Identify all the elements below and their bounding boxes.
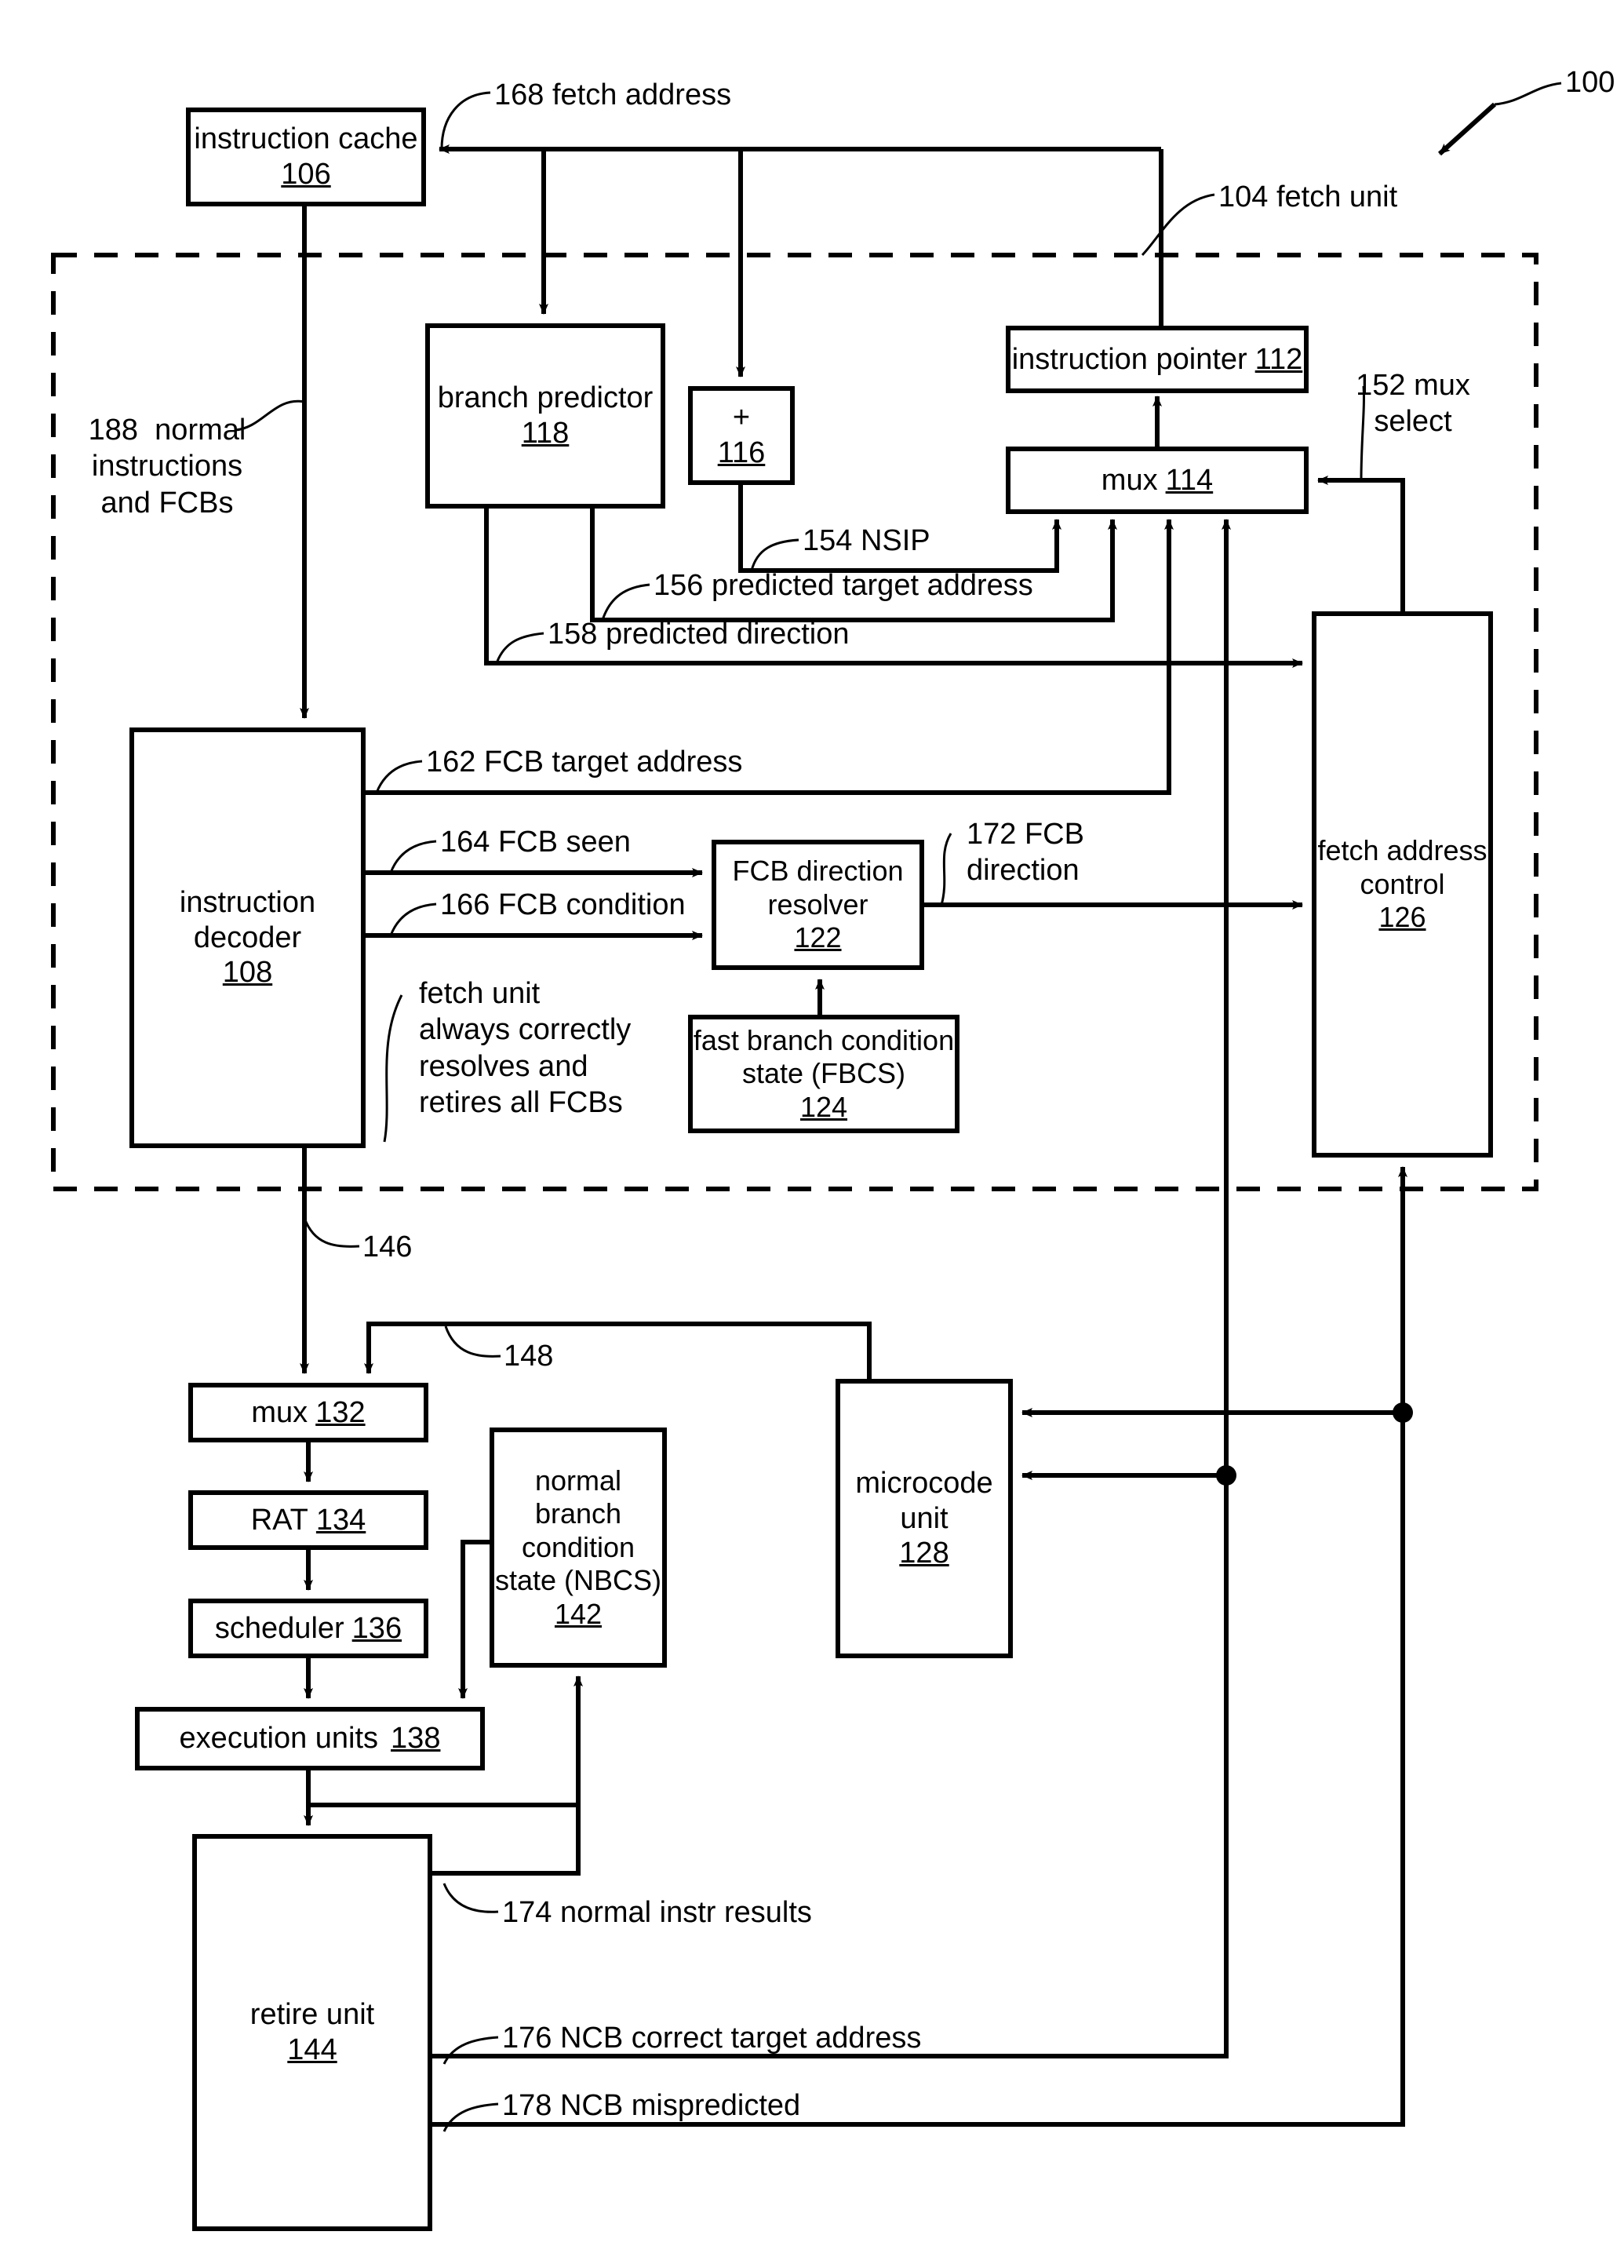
wire-nbcs-to-execution [458, 1540, 492, 1699]
wire-mux-select [1317, 476, 1405, 614]
signal-label-164-fcb-seen: 164 FCB seen [440, 826, 631, 859]
signal-label-162-fcb-target-address: 162 FCB target address [426, 746, 743, 778]
leader-146 [303, 1217, 360, 1248]
box-mux-114 [1006, 447, 1309, 514]
wire-178-ncb-mispredicted [430, 1166, 1407, 2127]
box-microcode-unit [836, 1379, 1013, 1658]
signal-label-178-ncb-mispredicted: 178 NCB mispredicted [502, 2089, 801, 2122]
signal-label-104-fetch-unit: 104 fetch unit [1218, 180, 1398, 213]
signal-label-154-nsip: 154 NSIP [803, 524, 930, 557]
box-nbcs [490, 1428, 667, 1668]
signal-label-172-fcb-direction: 172 FCB direction [967, 818, 1084, 888]
signal-label-188-normal-instructions: 188 normal instructions and FCBs [88, 414, 246, 520]
leader-178 [442, 2102, 499, 2132]
leader-148 [444, 1325, 501, 1358]
box-fbcs [688, 1015, 959, 1133]
box-adder [688, 386, 795, 485]
box-execution-units [135, 1707, 485, 1770]
wire-148-microcode-to-mux132 [364, 1322, 872, 1381]
leader-104 [1141, 193, 1215, 257]
arrow-100 [1437, 102, 1497, 156]
signal-label-166-fcb-condition: 166 FCB condition [440, 888, 686, 921]
signal-label-158-predicted-direction: 158 predicted direction [548, 618, 850, 651]
wire-174-normal-instr-results [430, 1805, 581, 1876]
leader-154 [750, 538, 799, 571]
box-fcb-direction-resolver [712, 840, 924, 970]
note-fetch-unit-resolves-fcbs: fetch unit always correctly resolves and… [419, 977, 632, 1120]
patent-figure: instruction cache 106 branch predictor 1… [0, 0, 1624, 2268]
figure-number-100: 100 [1565, 66, 1615, 99]
box-rat-134 [188, 1490, 428, 1550]
signal-label-152-mux-select: 152 mux select [1356, 369, 1470, 439]
junction-dot-178 [1216, 1465, 1236, 1486]
box-retire-unit [192, 1834, 432, 2231]
box-scheduler-136 [188, 1599, 428, 1658]
signal-label-148: 148 [504, 1340, 554, 1373]
signal-label-174-normal-instr-results: 174 normal instr results [502, 1896, 812, 1929]
leader-158 [495, 632, 544, 664]
signal-label-146: 146 [362, 1231, 413, 1263]
box-instruction-decoder [129, 727, 366, 1148]
leader-note146 [383, 994, 403, 1143]
leader-176 [442, 2036, 499, 2065]
box-instruction-pointer [1006, 326, 1309, 393]
leader-174 [442, 1883, 499, 1913]
leader-172 [940, 833, 952, 906]
leader-156 [601, 583, 650, 621]
leader-100 [1494, 82, 1562, 106]
leader-162 [375, 760, 423, 793]
signal-label-156-predicted-target-address: 156 predicted target address [654, 569, 1033, 602]
box-mux-132 [188, 1383, 428, 1442]
signal-label-168-fetch-address: 168 fetch address [494, 78, 732, 111]
leader-168 [440, 91, 491, 150]
box-fetch-address-control [1312, 611, 1493, 1158]
leader-164 [389, 840, 437, 873]
leader-166 [389, 902, 437, 936]
signal-label-176-ncb-correct-target-address: 176 NCB correct target address [502, 2022, 922, 2055]
box-branch-predictor [425, 323, 665, 509]
diagram-canvas [51, 82, 1562, 2231]
box-instruction-cache [186, 108, 426, 206]
junction-dot-176 [1393, 1402, 1413, 1423]
